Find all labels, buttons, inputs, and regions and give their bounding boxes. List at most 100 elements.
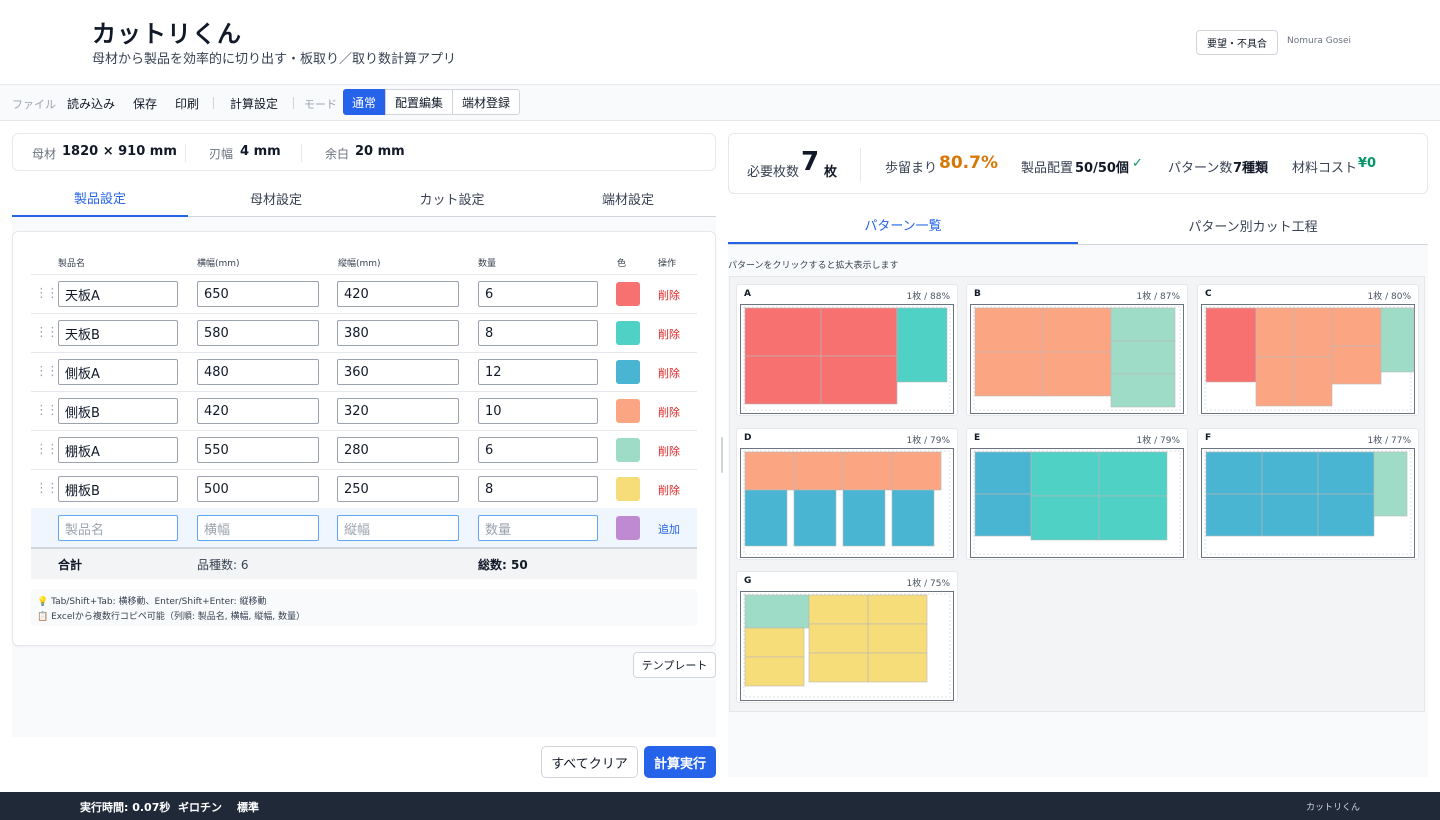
sheets-value: 7 [801,147,820,177]
row-divider [31,274,697,275]
pattern-card[interactable]: G 1枚 / 75% [736,571,958,703]
product-name-input[interactable]: 天板B [58,320,178,346]
product-qty-input[interactable]: 6 [478,281,598,307]
pattern-card[interactable]: C 1枚 / 80% [1197,284,1419,416]
tab-cut-steps[interactable]: パターン別カット工程 [1078,207,1428,244]
product-color-picker[interactable] [616,477,640,501]
pattern-card[interactable]: F 1枚 / 77% [1197,428,1419,560]
product-width-input[interactable]: 650 [197,281,319,307]
tab-product-settings[interactable]: 製品設定 [12,180,188,217]
new-name-input[interactable]: 製品名 [58,515,178,541]
footer-app-name: カットリくん [1306,803,1361,813]
product-height-input[interactable]: 280 [337,437,459,463]
placed-part [1110,340,1176,375]
total-count: 総数: 50 [478,558,528,572]
tab-pattern-list[interactable]: パターン一覧 [728,207,1078,244]
product-qty-input[interactable]: 12 [478,359,598,385]
delete-button[interactable]: 削除 [658,287,680,303]
drag-handle-icon[interactable]: ⋮⋮ [35,365,59,378]
new-width-input[interactable]: 横幅 [197,515,319,541]
mode-offcut-register-button[interactable]: 端材登録 [452,89,520,115]
product-qty-input[interactable]: 8 [478,320,598,346]
feedback-button[interactable]: 要望・不具合 [1196,30,1278,55]
delete-button[interactable]: 削除 [658,404,680,420]
product-name-input[interactable]: 天板A [58,281,178,307]
drag-handle-icon[interactable]: ⋮⋮ [35,326,59,339]
product-color-picker[interactable] [616,360,640,384]
drag-handle-icon[interactable]: ⋮⋮ [35,287,59,300]
product-width-input[interactable]: 420 [197,398,319,424]
placed-part [744,656,805,687]
placed-part [1030,495,1100,541]
product-color-picker[interactable] [616,399,640,423]
placed-part [1205,307,1257,383]
product-width-input[interactable]: 550 [197,437,319,463]
run-calculation-button[interactable]: 計算実行 [644,746,716,778]
pattern-card[interactable]: B 1枚 / 87% [966,284,1188,416]
product-name-input[interactable]: 棚板B [58,476,178,502]
drag-handle-icon[interactable]: ⋮⋮ [35,482,59,495]
tab-offcut-settings[interactable]: 端材設定 [540,180,716,217]
new-height-input[interactable]: 縦幅 [337,515,459,541]
tab-cut-settings[interactable]: カット設定 [364,180,540,217]
placed-part [808,652,869,683]
product-color-picker[interactable] [616,438,640,462]
placed-part [1255,307,1295,358]
pattern-card[interactable]: E 1枚 / 79% [966,428,1188,560]
drag-handle-icon[interactable]: ⋮⋮ [35,404,59,417]
product-name-input[interactable]: 側板A [58,359,178,385]
clear-all-button[interactable]: すべてクリア [541,746,638,778]
pattern-info: 1枚 / 87% [1136,292,1180,302]
product-width-input[interactable]: 500 [197,476,319,502]
calc-settings-button[interactable]: 計算設定 [230,95,278,112]
product-height-input[interactable]: 420 [337,281,459,307]
patterns-value: 7種類 [1233,161,1269,176]
product-color-picker[interactable] [616,282,640,306]
template-button[interactable]: テンプレート [633,652,716,678]
panel-splitter-handle[interactable] [721,437,723,473]
product-height-input[interactable]: 360 [337,359,459,385]
add-button[interactable]: 追加 [658,521,680,537]
mode-normal-button[interactable]: 通常 [343,89,385,115]
delete-button[interactable]: 削除 [658,326,680,342]
pattern-card[interactable]: A 1枚 / 88% [736,284,958,416]
delete-button[interactable]: 削除 [658,443,680,459]
save-button[interactable]: 保存 [133,95,157,112]
divider [860,148,861,182]
mode-label: モード [304,98,337,111]
sheets-unit: 枚 [824,165,838,180]
print-button[interactable]: 印刷 [175,95,199,112]
product-name-input[interactable]: 棚板A [58,437,178,463]
tab-stock-settings[interactable]: 母材設定 [188,180,364,217]
product-color-picker[interactable] [616,321,640,345]
new-qty-input[interactable]: 数量 [478,515,598,541]
col-header-qty: 数量 [478,259,497,269]
row-divider [31,391,697,392]
delete-button[interactable]: 削除 [658,482,680,498]
product-height-input[interactable]: 250 [337,476,459,502]
load-button[interactable]: 読み込み [67,95,115,112]
placed-part [1317,493,1375,537]
drag-handle-icon[interactable]: ⋮⋮ [35,443,59,456]
new-color-picker[interactable] [616,516,640,540]
placed-part [744,594,810,629]
product-height-input[interactable]: 380 [337,320,459,346]
product-width-input[interactable]: 480 [197,359,319,385]
delete-button[interactable]: 削除 [658,365,680,381]
pattern-label: D [744,433,752,443]
product-height-input[interactable]: 320 [337,398,459,424]
product-qty-input[interactable]: 6 [478,437,598,463]
placed-part [974,351,1044,397]
col-header-name: 製品名 [58,259,86,269]
pattern-preview [740,448,954,558]
product-qty-input[interactable]: 8 [478,476,598,502]
pattern-info: 1枚 / 80% [1367,292,1411,302]
product-name-input[interactable]: 側板B [58,398,178,424]
col-header-height: 縦幅(mm) [338,259,381,269]
total-kinds: 品種数: 6 [197,558,249,572]
product-qty-input[interactable]: 10 [478,398,598,424]
product-width-input[interactable]: 580 [197,320,319,346]
mode-layout-edit-button[interactable]: 配置編集 [385,89,453,115]
pattern-preview [970,304,1184,414]
pattern-card[interactable]: D 1枚 / 79% [736,428,958,560]
